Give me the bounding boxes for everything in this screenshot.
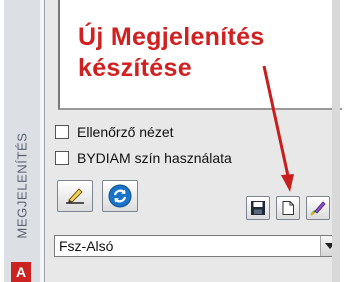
annotation-line-2: készítése xyxy=(78,54,192,82)
refresh-icon xyxy=(108,184,132,208)
option-bydiam-color[interactable]: BYDIAM szín használata xyxy=(55,148,232,168)
save-button[interactable] xyxy=(246,196,270,220)
new-document-icon xyxy=(282,201,294,215)
preview-area: Új Megjelenítés készítése xyxy=(58,0,342,110)
bydiam-color-label: BYDIAM szín használata xyxy=(77,150,232,166)
edit-brush-icon xyxy=(310,201,326,216)
refresh-button[interactable] xyxy=(102,180,138,212)
sidebar-title-container: MEGJELENÍTÉS xyxy=(4,110,40,260)
view-select-value: Fsz-Alsó xyxy=(59,238,114,254)
save-icon xyxy=(251,201,265,215)
pencil-icon xyxy=(66,188,84,204)
edit-button[interactable] xyxy=(57,180,93,212)
edit-view-button[interactable] xyxy=(306,196,330,220)
check-view-checkbox[interactable] xyxy=(55,125,69,139)
annotation-title: Új Megjelenítés készítése xyxy=(78,22,265,84)
sidebar: MEGJELENÍTÉS A xyxy=(4,0,41,282)
display-panel: Új Megjelenítés készítése Ellenőrző néze… xyxy=(45,0,342,282)
sidebar-title: MEGJELENÍTÉS xyxy=(14,131,30,239)
new-view-button[interactable] xyxy=(276,196,300,220)
option-check-view[interactable]: Ellenőrző nézet xyxy=(55,122,174,142)
panel-right-edge xyxy=(332,0,340,282)
app-logo-icon: A xyxy=(11,262,31,282)
bydiam-color-checkbox[interactable] xyxy=(55,151,69,165)
view-select[interactable]: Fsz-Alsó xyxy=(54,235,340,257)
annotation-line-1: Új Megjelenítés xyxy=(78,23,265,51)
check-view-label: Ellenőrző nézet xyxy=(77,124,174,140)
